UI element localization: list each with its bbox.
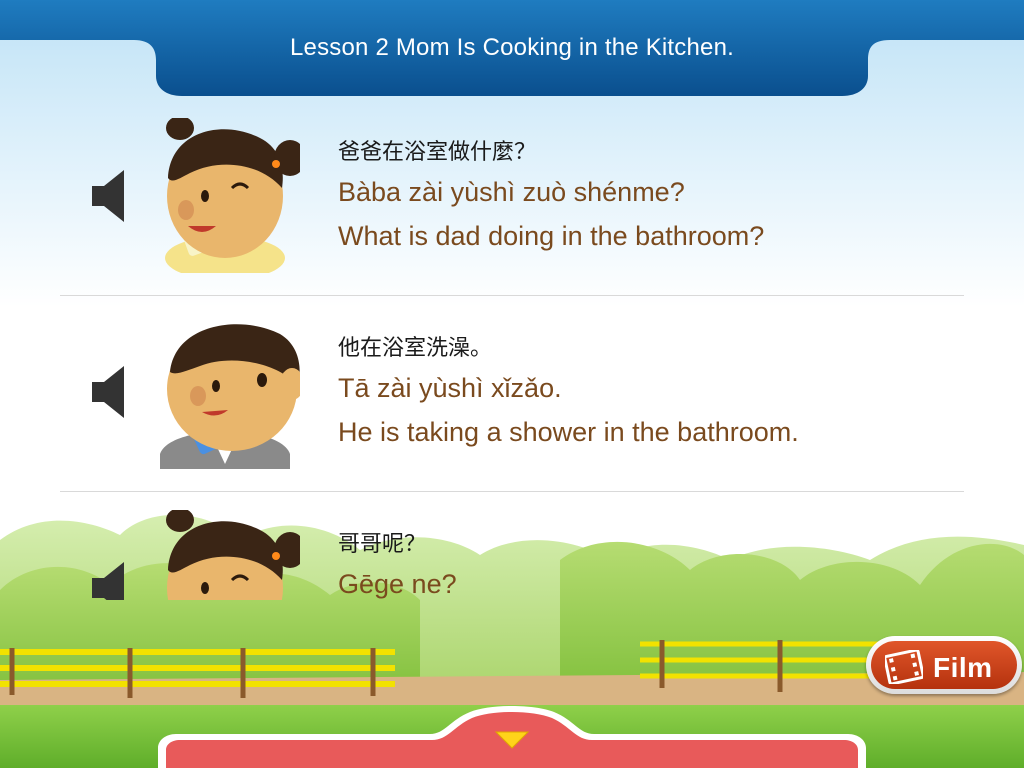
dialog-scroll-clip: 哥哥呢？ Gēge ne? <box>0 500 1024 600</box>
row-divider <box>60 491 964 492</box>
dialog-text-3: 哥哥呢？ Gēge ne? <box>338 530 457 600</box>
boy-avatar <box>160 324 300 469</box>
girl-avatar <box>165 118 300 273</box>
lesson-header: Lesson 2 Mom Is Cooking in the Kitchen. <box>0 0 1024 96</box>
pinyin-text: Tā zài yùshì xǐzǎo. <box>338 373 562 403</box>
film-button[interactable]: Film <box>866 636 1022 694</box>
dialog-text-1: 爸爸在浴室做什麼？ Bàba zài yùshì zuò shénme? Wha… <box>338 138 764 258</box>
dialog-line-3: 哥哥呢？ Gēge ne? <box>60 500 964 600</box>
chinese-characters: 爸爸在浴室做什麼？ <box>338 140 537 165</box>
speaker-icon[interactable] <box>90 560 130 600</box>
lesson-title: Lesson 2 Mom Is Cooking in the Kitchen. <box>289 34 735 61</box>
speaker-icon[interactable] <box>90 168 130 224</box>
film-button-face: Film <box>871 641 1017 689</box>
english-translation: What is dad doing in the bathroom? <box>338 221 765 251</box>
film-strip-icon <box>885 650 923 684</box>
pinyin-text: Gēge ne? <box>338 569 457 599</box>
chinese-characters: 哥哥呢？ <box>338 532 427 557</box>
english-translation: He is taking a shower in the bathroom. <box>338 417 799 447</box>
girl-avatar <box>166 510 300 600</box>
dialog-line-1: 爸爸在浴室做什麼？ Bàba zài yùshì zuò shénme? Wha… <box>60 100 964 296</box>
film-button-label: Film <box>933 652 993 683</box>
speaker-icon[interactable] <box>90 364 130 420</box>
pinyin-text: Bàba zài yùshì zuò shénme? <box>338 177 685 207</box>
dialog-line-2: 他在浴室洗澡。 Tā zài yùshì xǐzǎo. He is taking… <box>60 296 964 492</box>
chinese-characters: 他在浴室洗澡。 <box>338 336 493 361</box>
chevron-down-icon[interactable] <box>492 728 532 750</box>
dialog-text-2: 他在浴室洗澡。 Tā zài yùshì xǐzǎo. He is taking… <box>338 334 799 454</box>
